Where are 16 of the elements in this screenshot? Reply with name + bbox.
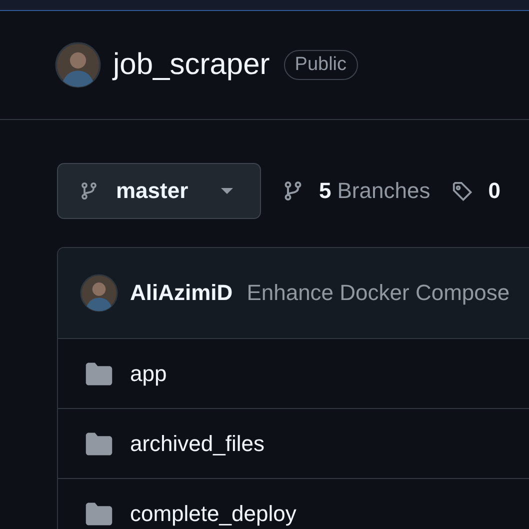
commit-message-link[interactable]: Enhance Docker Compose bbox=[246, 280, 510, 306]
file-name-link[interactable]: app bbox=[130, 360, 167, 386]
branch-icon bbox=[80, 182, 98, 200]
tags-link[interactable]: 0 bbox=[452, 178, 500, 204]
tag-icon bbox=[452, 181, 472, 201]
repo-name-link[interactable]: job_scraper bbox=[113, 50, 270, 80]
branch-selector[interactable]: master bbox=[57, 163, 261, 219]
avatar-icon bbox=[80, 274, 118, 312]
file-name-link[interactable]: archived_files bbox=[130, 430, 265, 456]
visibility-label: Public bbox=[284, 50, 358, 80]
caret-icon bbox=[220, 187, 234, 195]
branch-icon bbox=[283, 181, 303, 201]
file-name-link[interactable]: complete_deploy bbox=[130, 500, 296, 526]
branches-link[interactable]: 5 Branches bbox=[283, 178, 430, 204]
commit-author-link[interactable]: AliAzimiD bbox=[130, 280, 233, 306]
avatar-icon bbox=[55, 42, 101, 88]
